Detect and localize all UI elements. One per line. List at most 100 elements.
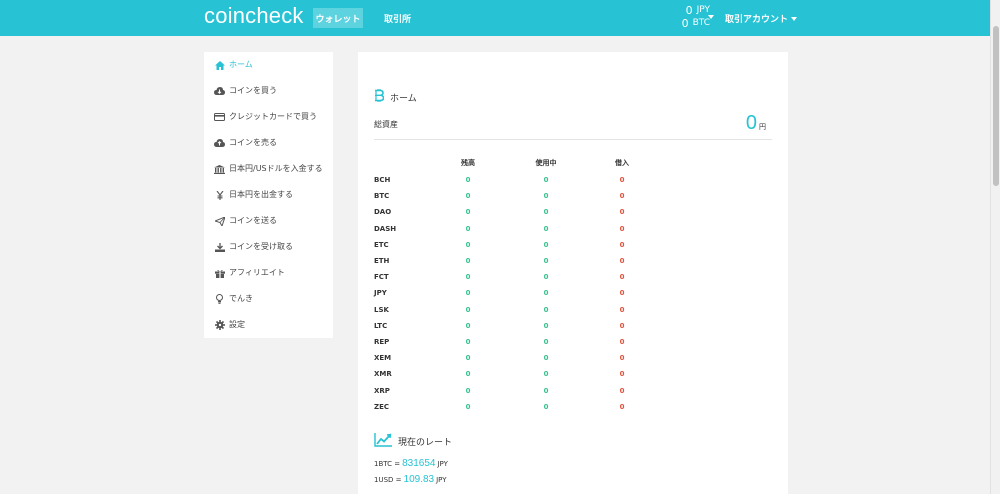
balance-cell: 0 bbox=[465, 338, 471, 346]
sidebar-item-label: 日本円を出金する bbox=[229, 190, 293, 199]
in-use-cell: 0 bbox=[543, 225, 549, 233]
sidebar-item-label: コインを売る bbox=[229, 138, 277, 147]
borrowed-cell: 0 bbox=[619, 192, 625, 200]
borrowed-cell: 0 bbox=[619, 225, 625, 233]
column-header-balance: 残高 bbox=[461, 159, 475, 167]
gear-icon bbox=[214, 320, 225, 330]
column-header-in-use: 使用中 bbox=[535, 159, 557, 167]
balance-btc-value: 0 bbox=[681, 17, 689, 30]
rate-row-usd: 1USD = 109.83 JPY bbox=[374, 474, 447, 485]
balance-summary[interactable]: 0 JPY 0 BTC bbox=[670, 4, 710, 30]
in-use-cell: 0 bbox=[543, 241, 549, 249]
rate-value: 831654 bbox=[402, 458, 436, 469]
balance-cell: 0 bbox=[465, 354, 471, 362]
sidebar-item-home[interactable]: ホーム bbox=[204, 52, 333, 78]
in-use-cell: 0 bbox=[543, 338, 549, 346]
currency-cell: LSK bbox=[374, 306, 389, 314]
borrowed-cell: 0 bbox=[619, 306, 625, 314]
nav-wallet-tab[interactable]: ウォレット bbox=[313, 8, 363, 28]
sidebar-item-label: 設定 bbox=[229, 320, 245, 329]
bitcoin-icon bbox=[374, 89, 385, 105]
borrowed-cell: 0 bbox=[619, 273, 625, 281]
paper-plane-icon bbox=[214, 216, 225, 226]
currency-cell: FCT bbox=[374, 273, 389, 281]
borrowed-cell: 0 bbox=[619, 322, 625, 330]
currency-cell: BTC bbox=[374, 192, 390, 200]
in-use-cell: 0 bbox=[543, 306, 549, 314]
sidebar-item-label: ホーム bbox=[229, 60, 253, 69]
chevron-down-icon bbox=[791, 16, 798, 21]
sidebar-item-deposit[interactable]: 日本円/USドルを入金する bbox=[204, 156, 333, 182]
in-use-cell: 0 bbox=[543, 387, 549, 395]
rate-pair: 1BTC = bbox=[374, 460, 401, 468]
cloud-upload-icon bbox=[214, 138, 225, 148]
currency-cell: LTC bbox=[374, 322, 388, 330]
currency-cell: DASH bbox=[374, 225, 397, 233]
currency-cell: JPY bbox=[374, 289, 387, 297]
balance-cell: 0 bbox=[465, 403, 471, 411]
balance-btc: 0 BTC bbox=[670, 17, 710, 30]
in-use-cell: 0 bbox=[543, 192, 549, 200]
currency-cell: XRP bbox=[374, 387, 390, 395]
sidebar-item-settings[interactable]: 設定 bbox=[204, 312, 333, 338]
sidebar-item-withdraw[interactable]: 日本円を出金する bbox=[204, 182, 333, 208]
in-use-cell: 0 bbox=[543, 273, 549, 281]
borrowed-cell: 0 bbox=[619, 241, 625, 249]
total-assets-value: 0 円 bbox=[746, 112, 766, 135]
scrollbar-thumb[interactable] bbox=[993, 26, 999, 186]
in-use-cell: 0 bbox=[543, 370, 549, 378]
in-use-cell: 0 bbox=[543, 403, 549, 411]
column-header-borrowed: 借入 bbox=[615, 159, 629, 167]
balance-cell: 0 bbox=[465, 322, 471, 330]
cloud-download-icon bbox=[214, 86, 225, 96]
sidebar-item-electricity[interactable]: でんき bbox=[204, 286, 333, 312]
page-scrollbar[interactable] bbox=[990, 0, 1000, 494]
nav-exchange-tab[interactable]: 取引所 bbox=[378, 8, 417, 28]
total-assets-amount: 0 bbox=[745, 112, 757, 134]
currency-cell: XMR bbox=[374, 370, 392, 378]
bank-icon bbox=[214, 164, 225, 174]
balance-cell: 0 bbox=[465, 306, 471, 314]
borrowed-cell: 0 bbox=[619, 208, 625, 216]
currency-cell: ETH bbox=[374, 257, 390, 265]
balance-cell: 0 bbox=[465, 289, 471, 297]
sidebar-item-label: コインを受け取る bbox=[229, 242, 293, 251]
in-use-cell: 0 bbox=[543, 257, 549, 265]
sidebar-item-buy[interactable]: コインを買う bbox=[204, 78, 333, 104]
balance-cell: 0 bbox=[465, 241, 471, 249]
balance-cell: 0 bbox=[465, 387, 471, 395]
rate-pair: 1USD = bbox=[374, 476, 402, 484]
balance-cell: 0 bbox=[465, 370, 471, 378]
balance-cell: 0 bbox=[465, 192, 471, 200]
yen-icon bbox=[214, 190, 225, 200]
balance-dropdown-icon[interactable] bbox=[708, 15, 714, 19]
borrowed-cell: 0 bbox=[619, 387, 625, 395]
account-menu[interactable]: 取引アカウント bbox=[725, 12, 798, 25]
borrowed-cell: 0 bbox=[619, 354, 625, 362]
top-header: coincheck ウォレット 取引所 0 JPY 0 BTC 取引アカウント bbox=[0, 0, 1000, 36]
rate-value: 109.83 bbox=[403, 474, 435, 485]
sidebar-item-send[interactable]: コインを送る bbox=[204, 208, 333, 234]
sidebar-item-label: コインを買う bbox=[229, 86, 277, 95]
sidebar-item-credit-card[interactable]: クレジットカードで買う bbox=[204, 104, 333, 130]
borrowed-cell: 0 bbox=[619, 289, 625, 297]
in-use-cell: 0 bbox=[543, 322, 549, 330]
download-icon bbox=[214, 242, 225, 252]
divider bbox=[374, 139, 772, 140]
sidebar-item-label: コインを送る bbox=[229, 216, 277, 225]
balance-jpy: 0 JPY bbox=[670, 4, 710, 17]
sidebar-item-label: クレジットカードで買う bbox=[229, 112, 317, 121]
rate-unit: JPY bbox=[436, 476, 447, 484]
sidebar-item-receive[interactable]: コインを受け取る bbox=[204, 234, 333, 260]
currency-cell: ZEC bbox=[374, 403, 389, 411]
in-use-cell: 0 bbox=[543, 289, 549, 297]
logo[interactable]: coincheck bbox=[204, 3, 304, 29]
borrowed-cell: 0 bbox=[619, 176, 625, 184]
sidebar-item-sell[interactable]: コインを売る bbox=[204, 130, 333, 156]
balance-cell: 0 bbox=[465, 176, 471, 184]
sidebar-item-label: でんき bbox=[229, 294, 253, 303]
currency-cell: ETC bbox=[374, 241, 389, 249]
rates-title: 現在のレート bbox=[374, 433, 452, 450]
sidebar: ホーム コインを買う クレジットカードで買う コインを売る 日本円/USドルを入… bbox=[204, 52, 333, 338]
sidebar-item-affiliate[interactable]: アフィリエイト bbox=[204, 260, 333, 286]
